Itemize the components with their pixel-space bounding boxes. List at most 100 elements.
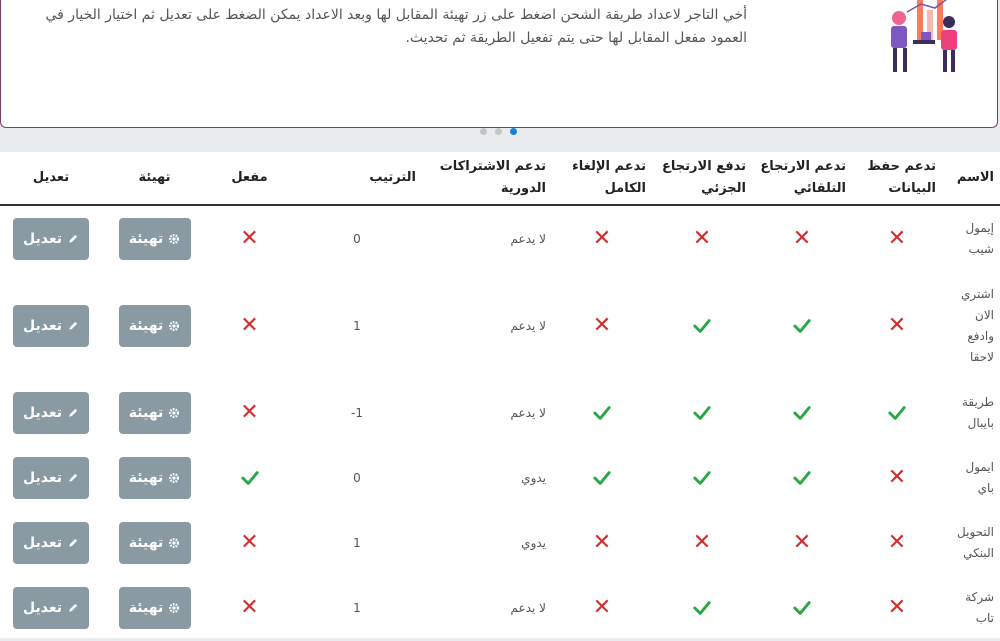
x-icon: ✕ xyxy=(792,225,812,251)
x-icon: ✕ xyxy=(792,530,812,555)
pencil-icon xyxy=(69,408,78,417)
table-body: إيمول شيب ✕ ✕ ✕ ✕ لا يدعم 0 ✕ تهيئة تعديل اشتري ال… xyxy=(0,205,1000,641)
x-icon: ✕ xyxy=(692,530,712,555)
col-active: مفعل xyxy=(207,152,292,206)
check-icon xyxy=(693,406,711,420)
edit-cell: تعديل xyxy=(0,271,102,381)
x-icon: ✕ xyxy=(692,225,712,251)
edit-button[interactable]: تعديل xyxy=(13,587,89,629)
carousel-dot-active[interactable] xyxy=(510,128,517,135)
active-status: ✕ xyxy=(207,381,292,445)
full-cancel-status: ✕ xyxy=(552,205,652,271)
shipping-methods-table-wrap: الاسم تدعم حفظ البيانات تدعم الارتجاع ال… xyxy=(0,152,1000,638)
setup-button[interactable]: تهيئة xyxy=(118,392,191,434)
method-name: شركة تاب xyxy=(965,590,994,625)
gear-icon xyxy=(169,320,180,332)
x-icon: ✕ xyxy=(240,400,259,425)
setup-cell: تهيئة xyxy=(102,445,207,511)
auto-refund-status xyxy=(752,445,852,511)
setup-label: تهيئة xyxy=(128,230,164,247)
auto-refund-status xyxy=(752,381,852,445)
check-icon xyxy=(793,319,811,333)
edit-button[interactable]: تعديل xyxy=(13,522,89,564)
table-row: اشتري الان وادفع لاحقا ✕ ✕ لا يدعم 1 ✕ تهيئة تع… xyxy=(0,271,1000,381)
table-row: طريقة بايبال لا يدعم 1- ✕ تهيئة تعديل xyxy=(0,381,1000,445)
x-icon: ✕ xyxy=(887,595,907,620)
order-value: 1 xyxy=(353,319,361,333)
active-status: ✕ xyxy=(207,205,292,271)
data-save-status: ✕ xyxy=(852,575,942,641)
method-name: إيمول شيب xyxy=(965,220,994,256)
edit-button[interactable]: تعديل xyxy=(13,217,89,260)
check-icon xyxy=(240,471,259,485)
setup-button[interactable]: تهيئة xyxy=(118,522,191,564)
check-icon xyxy=(888,406,906,420)
setup-cell: تهيئة xyxy=(102,381,207,445)
info-text: أخي التاجر لاعداد طريقة الشحن اضغط على ز… xyxy=(45,7,748,46)
setup-button[interactable]: تهيئة xyxy=(118,217,191,260)
carousel-dots xyxy=(480,128,517,135)
order-value: 1- xyxy=(351,406,363,420)
col-name: الاسم xyxy=(942,152,1000,206)
active-status: ✕ xyxy=(207,511,292,575)
edit-cell: تعديل xyxy=(0,445,102,511)
subscriptions-value: لا يدعم xyxy=(510,601,546,615)
partial-refund-status xyxy=(652,271,752,381)
partial-refund-status: ✕ xyxy=(652,511,752,575)
data-save-status: ✕ xyxy=(852,511,942,575)
order-value: 1 xyxy=(353,536,361,550)
check-icon xyxy=(593,406,611,420)
table-header-row: الاسم تدعم حفظ البيانات تدعم الارتجاع ال… xyxy=(0,152,1000,206)
check-icon xyxy=(693,601,711,615)
full-cancel-status xyxy=(552,381,652,445)
col-data-save: تدعم حفظ البيانات xyxy=(852,152,942,206)
x-icon: ✕ xyxy=(240,313,259,338)
shipping-methods-table: الاسم تدعم حفظ البيانات تدعم الارتجاع ال… xyxy=(0,152,1000,641)
setup-label: تهيئة xyxy=(128,600,164,616)
edit-cell: تعديل xyxy=(0,575,102,641)
x-icon: ✕ xyxy=(887,465,907,490)
partial-refund-status xyxy=(652,445,752,511)
auto-refund-status xyxy=(752,575,852,641)
edit-cell: تعديل xyxy=(0,381,102,445)
check-icon xyxy=(793,601,811,615)
active-status xyxy=(207,445,292,511)
col-subscriptions: تدعم الاشتراكات الدورية xyxy=(422,152,552,206)
subscriptions-value: لا يدعم xyxy=(510,231,546,246)
setup-button[interactable]: تهيئة xyxy=(118,587,191,629)
gear-icon xyxy=(169,472,180,484)
data-save-status: ✕ xyxy=(852,445,942,511)
edit-button[interactable]: تعديل xyxy=(13,457,89,499)
setup-button[interactable]: تهيئة xyxy=(118,305,191,347)
setup-button[interactable]: تهيئة xyxy=(118,457,191,499)
info-card: أخي التاجر لاعداد طريقة الشحن اضغط على ز… xyxy=(0,0,998,128)
setup-label: تهيئة xyxy=(128,405,164,421)
subscriptions-value: لا يدعم xyxy=(510,319,546,333)
edit-label: تعديل xyxy=(23,230,62,247)
table-row: شركة تاب ✕ ✕ لا يدعم 1 ✕ تهيئة تعديل xyxy=(0,575,1000,641)
full-cancel-status: ✕ xyxy=(552,271,652,381)
edit-button[interactable]: تعديل xyxy=(13,392,89,434)
check-icon xyxy=(693,471,711,485)
method-name: اشتري الان وادفع لاحقا xyxy=(960,287,994,364)
table-row: ايمول باي ✕ يدوي 0 تهيئة تعديل xyxy=(0,445,1000,511)
data-save-status xyxy=(852,381,942,445)
pencil-icon xyxy=(69,538,78,547)
table-row: إيمول شيب ✕ ✕ ✕ ✕ لا يدعم 0 ✕ تهيئة تعديل xyxy=(0,205,1000,271)
col-edit: تعديل xyxy=(0,152,102,206)
active-status: ✕ xyxy=(207,271,292,381)
x-icon: ✕ xyxy=(240,530,259,555)
carousel-dot[interactable] xyxy=(480,128,487,135)
full-cancel-status xyxy=(552,445,652,511)
gear-icon xyxy=(169,407,180,419)
auto-refund-status: ✕ xyxy=(752,511,852,575)
check-icon xyxy=(693,319,711,333)
method-name: ايمول باي xyxy=(965,460,994,495)
edit-button[interactable]: تعديل xyxy=(13,305,89,347)
carousel-dot[interactable] xyxy=(495,128,502,135)
method-name: طريقة بايبال xyxy=(961,395,994,430)
check-icon xyxy=(793,406,811,420)
setup-cell: تهيئة xyxy=(102,271,207,381)
table-row: التحويل البنكي ✕ ✕ ✕ ✕ يدوي 1 ✕ تهيئة تعديل xyxy=(0,511,1000,575)
edit-cell: تعديل xyxy=(0,511,102,575)
